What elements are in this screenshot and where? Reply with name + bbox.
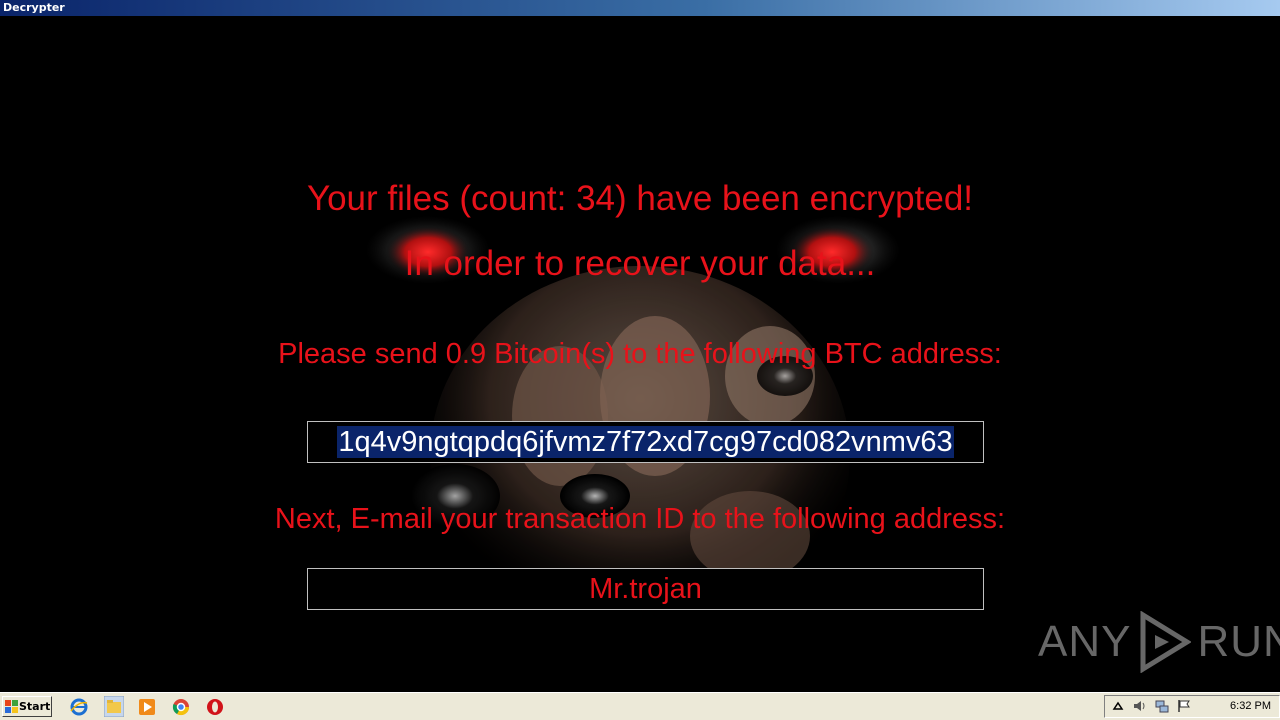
watermark-right-text: RUN: [1197, 617, 1280, 666]
windows-logo-icon: [5, 700, 18, 713]
action-center-flag-icon[interactable]: [1177, 699, 1191, 713]
media-player-icon[interactable]: [138, 698, 156, 716]
chrome-icon[interactable]: [172, 698, 190, 716]
network-icon[interactable]: [1155, 699, 1169, 713]
internet-explorer-icon[interactable]: [70, 698, 88, 716]
anyrun-watermark: ANY RUN: [1038, 610, 1280, 674]
opera-icon[interactable]: [206, 698, 224, 716]
ransom-window-client: Your files (count: 34) have been encrypt…: [0, 16, 1280, 692]
taskbar: Start 6:32 PM: [0, 692, 1280, 720]
volume-icon[interactable]: [1133, 699, 1147, 713]
email-instruction: Next, E-mail your transaction ID to the …: [274, 503, 1006, 535]
system-tray: 6:32 PM: [1104, 695, 1280, 718]
explorer-folder-icon[interactable]: [104, 696, 124, 717]
btc-address-value: 1q4v9ngtqpdq6jfvmz7f72xd7cg97cd082vnmv63: [337, 426, 954, 458]
payment-instruction: Please send 0.9 Bitcoin(s) to the follow…: [278, 338, 1002, 370]
ransom-headline: Your files (count: 34) have been encrypt…: [306, 179, 974, 218]
play-logo-icon: [1140, 611, 1192, 673]
show-hidden-icons-icon[interactable]: [1111, 699, 1125, 713]
ransom-subhead: In order to recover your data...: [404, 244, 876, 283]
watermark-left-text: ANY: [1038, 617, 1132, 666]
window-title: Decrypter: [3, 1, 65, 14]
tray-clock[interactable]: 6:32 PM: [1230, 696, 1271, 717]
start-button[interactable]: Start: [2, 696, 52, 717]
start-label: Start: [19, 700, 51, 713]
email-address-field[interactable]: Mr.trojan: [307, 568, 984, 610]
window-titlebar[interactable]: Decrypter: [0, 0, 1280, 16]
btc-address-field[interactable]: 1q4v9ngtqpdq6jfvmz7f72xd7cg97cd082vnmv63: [307, 421, 984, 463]
email-address-value: Mr.trojan: [589, 573, 702, 605]
